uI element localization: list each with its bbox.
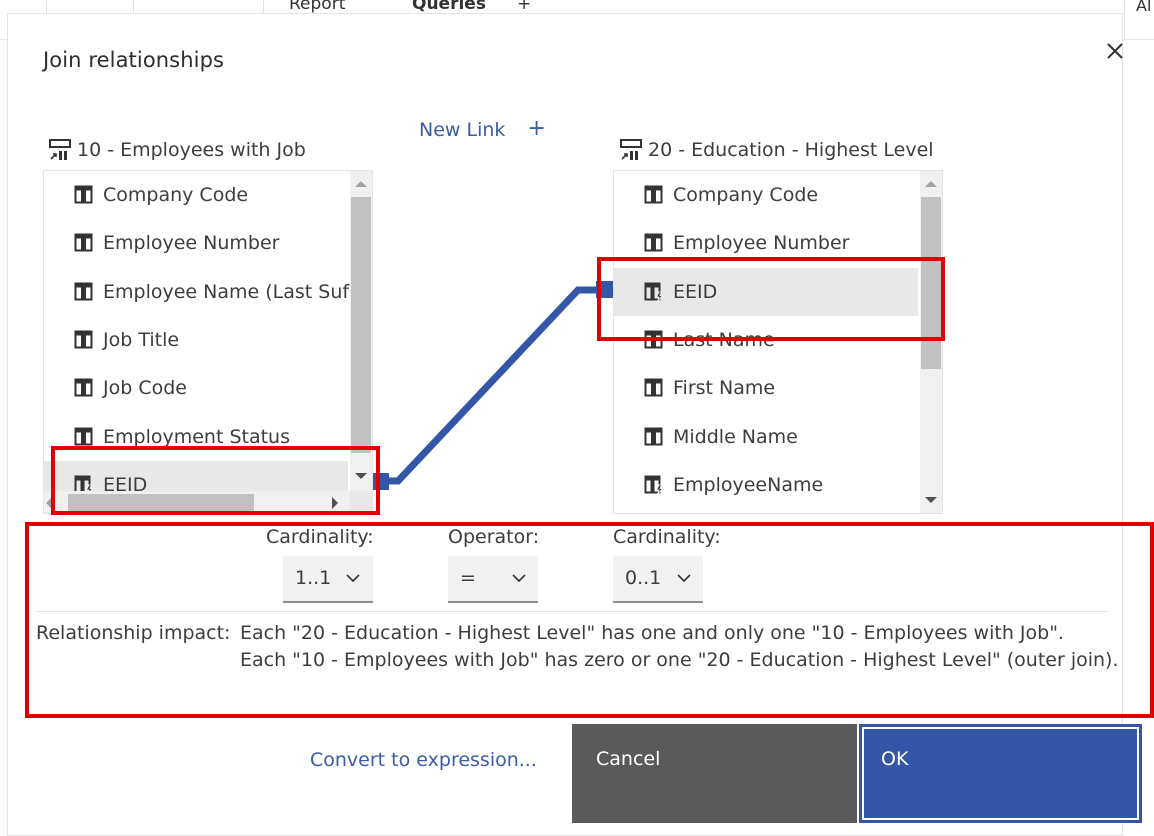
left-column-list-item[interactable]: Employee Number bbox=[44, 219, 348, 267]
cancel-label: Cancel bbox=[596, 748, 661, 770]
toolbar-separator bbox=[263, 0, 264, 14]
scroll-up-icon[interactable] bbox=[355, 181, 367, 187]
list-item-label: Job Code bbox=[103, 377, 187, 400]
right-vertical-scrollbar[interactable] bbox=[920, 171, 942, 513]
right-column-list-item[interactable]: Company Code bbox=[614, 171, 918, 219]
close-button[interactable] bbox=[1103, 39, 1127, 63]
scroll-thumb[interactable] bbox=[68, 494, 254, 512]
right-cardinality-value: 0..1 bbox=[625, 567, 662, 589]
scroll-left-icon[interactable] bbox=[46, 497, 52, 509]
dialog-title: Join relationships bbox=[43, 48, 225, 72]
column-icon bbox=[74, 233, 93, 252]
right-column-list[interactable]: EmployeeName Middle Name First Name Last Na… bbox=[613, 170, 943, 514]
left-column-list[interactable]: EEID Employment Status Job Code Job Title Em… bbox=[43, 170, 373, 514]
column-icon bbox=[74, 282, 93, 301]
chevron-down-icon bbox=[346, 574, 360, 583]
cancel-button[interactable]: Cancel bbox=[572, 724, 857, 823]
breadcrumb-report[interactable]: Report bbox=[289, 0, 345, 14]
column-icon bbox=[644, 427, 663, 445]
right-column-list-item[interactable]: Middle Name bbox=[614, 413, 918, 461]
left-horizontal-scrollbar[interactable] bbox=[44, 491, 350, 513]
list-item-label: Job Title bbox=[103, 328, 180, 351]
list-item-label: EEID bbox=[673, 280, 718, 303]
scroll-right-icon[interactable] bbox=[332, 497, 338, 509]
scroll-corner bbox=[350, 491, 372, 513]
scroll-down-icon[interactable] bbox=[925, 497, 937, 503]
right-column-list-item[interactable]: Employee Number bbox=[614, 219, 918, 267]
ok-button[interactable]: OK bbox=[859, 724, 1142, 823]
convert-to-expression-link[interactable]: Convert to expression... bbox=[310, 749, 537, 771]
scroll-down-icon[interactable] bbox=[355, 473, 367, 479]
column-icon bbox=[644, 185, 663, 204]
relationship-impact-line-1: Each "20 - Education - Highest Level" ha… bbox=[240, 622, 1064, 644]
list-item-label: Employee Name (Last Suf bbox=[103, 280, 350, 303]
calculated-column-icon bbox=[644, 282, 664, 302]
relationship-impact-line-2: Each "10 - Employees with Job" has zero … bbox=[240, 649, 1119, 671]
section-divider bbox=[36, 611, 1108, 612]
left-column-list-item[interactable]: Employment Status bbox=[44, 413, 348, 461]
list-item-label: Employee Number bbox=[103, 232, 280, 255]
column-icon bbox=[74, 185, 93, 204]
left-column-list-item[interactable]: Company Code bbox=[44, 171, 348, 219]
scroll-thumb[interactable] bbox=[921, 197, 941, 369]
ok-label: OK bbox=[881, 748, 909, 770]
column-icon bbox=[644, 233, 663, 252]
add-tab-button[interactable]: + bbox=[517, 0, 531, 14]
toolbar-separator bbox=[46, 0, 47, 14]
list-item-label: Middle Name bbox=[673, 425, 798, 448]
operator-value: = bbox=[460, 567, 476, 589]
right-cardinality-label: Cardinality: bbox=[613, 526, 721, 548]
right-query-header: 20 - Education - Highest Level bbox=[620, 139, 934, 161]
query-icon bbox=[49, 139, 71, 160]
relationship-impact-label: Relationship impact: bbox=[36, 622, 231, 644]
left-column-list-item[interactable]: Job Title bbox=[44, 316, 348, 364]
column-icon bbox=[644, 378, 663, 397]
right-column-list-item[interactable]: First Name bbox=[614, 364, 918, 412]
list-item-label: First Name bbox=[673, 377, 776, 400]
column-icon bbox=[74, 427, 93, 445]
plus-icon: + bbox=[527, 116, 546, 141]
left-cardinality-select[interactable]: 1..1 bbox=[283, 556, 373, 603]
breadcrumb-queries[interactable]: Queries bbox=[412, 0, 486, 14]
chevron-down-icon bbox=[512, 574, 526, 583]
left-column-list-item[interactable]: Employee Name (Last Suf bbox=[44, 268, 350, 316]
column-icon bbox=[74, 378, 93, 397]
background-label-stub: Al bbox=[1136, 0, 1152, 15]
column-icon bbox=[74, 330, 93, 349]
right-cardinality-select[interactable]: 0..1 bbox=[613, 556, 703, 603]
new-link-button[interactable]: New Link + bbox=[419, 116, 546, 142]
right-column-list-item[interactable]: EmployeeName bbox=[614, 461, 918, 509]
list-item-label: Company Code bbox=[103, 184, 249, 206]
list-item-label: EmployeeName bbox=[673, 473, 824, 496]
chevron-down-icon bbox=[677, 574, 691, 583]
list-item-label: Last Name bbox=[673, 328, 775, 351]
left-column-list-item[interactable]: Job Code bbox=[44, 364, 348, 412]
list-item-label: Employment Status bbox=[103, 425, 290, 448]
right-query-title: 20 - Education - Highest Level bbox=[648, 139, 934, 161]
column-icon bbox=[644, 330, 663, 349]
right-column-list-item[interactable]: EEID bbox=[614, 267, 918, 316]
focus-ring bbox=[862, 727, 1139, 820]
close-icon bbox=[1107, 43, 1123, 59]
toolbar-separator bbox=[133, 0, 134, 14]
left-query-title: 10 - Employees with Job bbox=[77, 139, 306, 161]
list-item-label: Employee Number bbox=[673, 232, 850, 255]
left-cardinality-value: 1..1 bbox=[295, 567, 332, 589]
list-item-label: Company Code bbox=[673, 184, 819, 206]
new-link-label: New Link bbox=[419, 119, 506, 141]
query-icon bbox=[620, 139, 642, 160]
scroll-thumb[interactable] bbox=[351, 197, 371, 453]
operator-label: Operator: bbox=[448, 526, 540, 548]
left-cardinality-label: Cardinality: bbox=[266, 526, 374, 548]
right-column-list-item[interactable]: Last Name bbox=[614, 316, 918, 364]
toolbar-separator bbox=[1124, 0, 1125, 40]
operator-select[interactable]: = bbox=[448, 556, 538, 603]
left-vertical-scrollbar[interactable] bbox=[350, 171, 372, 493]
calculated-column-icon bbox=[644, 475, 664, 495]
scroll-up-icon[interactable] bbox=[925, 181, 937, 187]
left-query-header: 10 - Employees with Job bbox=[49, 139, 306, 161]
